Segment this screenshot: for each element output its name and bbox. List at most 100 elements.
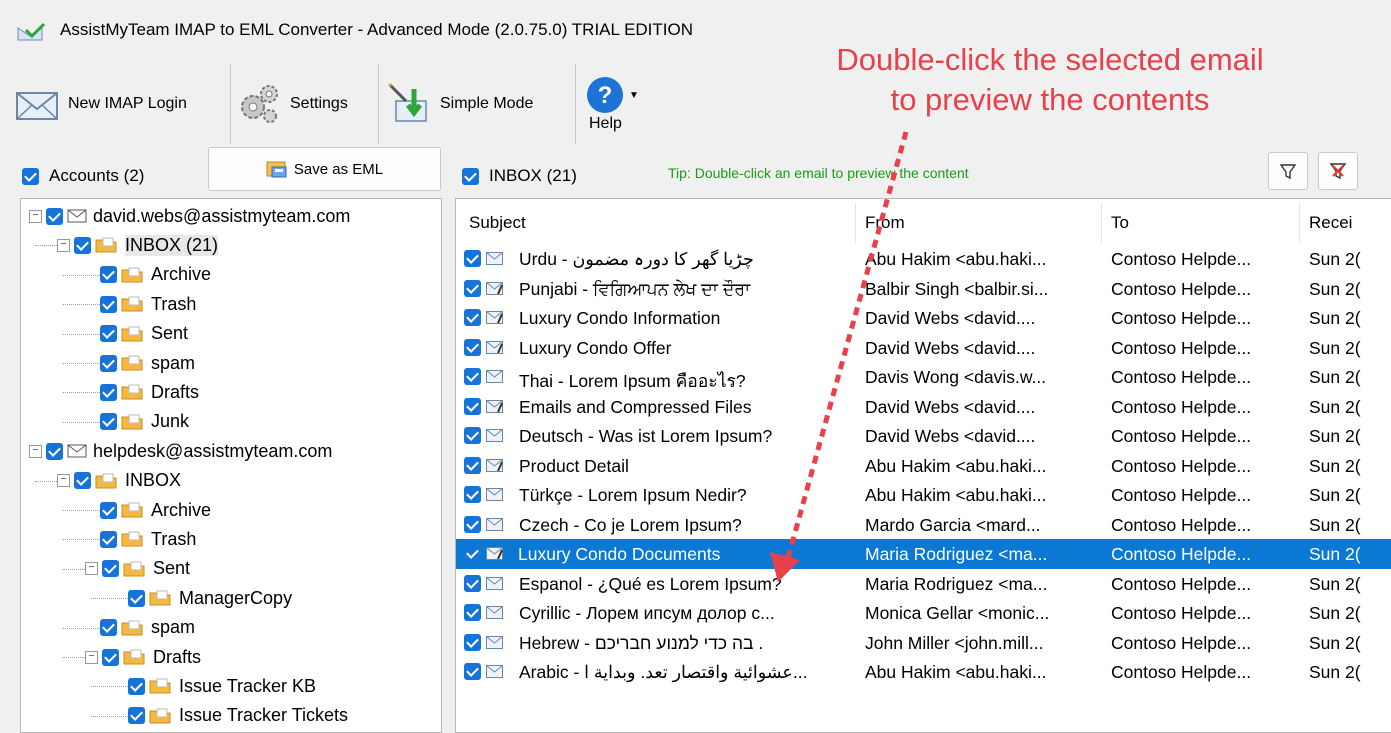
tree-node[interactable]: Trash <box>100 290 196 318</box>
tree-node-checkbox[interactable] <box>100 354 117 372</box>
tree-node-checkbox[interactable] <box>100 295 117 313</box>
column-divider[interactable] <box>1299 203 1300 243</box>
tree-expander-icon[interactable]: − <box>85 562 98 576</box>
filter-button[interactable] <box>1268 152 1308 190</box>
tree-expander-icon[interactable]: − <box>29 444 42 458</box>
email-row-checkbox[interactable] <box>464 633 481 651</box>
tree-expander-icon[interactable]: − <box>57 238 70 252</box>
email-row-checkbox[interactable] <box>464 368 481 385</box>
column-header-subject[interactable]: Subject <box>469 213 526 233</box>
tree-node[interactable]: Sent <box>100 320 188 348</box>
column-divider[interactable] <box>855 203 856 243</box>
tree-node[interactable]: Issue Tracker Tickets <box>128 702 348 730</box>
email-row-checkbox[interactable] <box>464 663 481 680</box>
tree-node-checkbox[interactable] <box>74 236 91 254</box>
tree-node[interactable]: − Drafts <box>85 643 201 671</box>
email-row[interactable]: Luxury Condo Documents Maria Rodriguez <m… <box>456 539 1391 569</box>
save-as-eml-button[interactable]: Save as EML <box>208 147 441 191</box>
column-divider[interactable] <box>1101 203 1102 243</box>
email-row[interactable]: Urdu - چڑیا گھر کا دورہ مضمون Abu Hakim <… <box>456 244 1391 274</box>
tree-node-checkbox[interactable] <box>100 266 117 284</box>
tree-node[interactable]: Archive <box>100 496 211 524</box>
email-row[interactable]: Türkçe - Lorem Ipsum Nedir? Abu Hakim <ab… <box>456 480 1391 510</box>
email-from: Abu Hakim <abu.haki... <box>865 662 1047 682</box>
tree-node[interactable]: Drafts <box>100 378 199 406</box>
email-row-checkbox[interactable] <box>464 456 481 474</box>
new-imap-login-button[interactable]: New IMAP Login <box>14 64 187 144</box>
tree-node[interactable]: Archive <box>100 261 211 289</box>
email-row-checkbox[interactable] <box>464 515 481 533</box>
folder-tree[interactable]: − david.webs@assistmyteam.com − INBOX (21) A… <box>20 198 442 733</box>
accounts-checkbox[interactable] <box>22 167 39 185</box>
email-from: David Webs <david.... <box>865 426 1036 446</box>
email-row-checkbox[interactable] <box>464 427 481 444</box>
email-row-checkbox[interactable] <box>464 338 481 356</box>
tree-node-checkbox[interactable] <box>46 442 63 460</box>
tree-node[interactable]: Issue Tracker KB <box>128 672 316 700</box>
column-header-to[interactable]: To <box>1111 213 1129 233</box>
tree-node-checkbox[interactable] <box>100 383 117 401</box>
tree-expander-icon[interactable]: − <box>29 209 42 223</box>
tree-node[interactable]: − helpdesk@assistmyteam.com <box>29 437 332 465</box>
tree-node-checkbox[interactable] <box>100 530 117 548</box>
tree-node-checkbox[interactable] <box>46 207 63 225</box>
tree-node[interactable]: ManagerCopy <box>128 584 292 612</box>
accounts-header[interactable]: Accounts (2) <box>22 166 144 186</box>
column-header-from[interactable]: From <box>865 213 905 233</box>
email-row[interactable]: Deutsch - Was ist Lorem Ipsum? David Webs… <box>456 421 1391 451</box>
email-from: Abu Hakim <abu.haki... <box>865 485 1047 505</box>
email-row[interactable]: Punjabi - ਵਿਗਿਆਪਨ ਲੇਖ ਦਾ ਦੌਰਾ Balbir Sing… <box>456 274 1391 304</box>
email-to: Contoso Helpde... <box>1111 367 1252 387</box>
help-button[interactable]: ? ▼ Help <box>585 64 639 144</box>
tree-connector <box>63 539 100 541</box>
tree-node[interactable]: Junk <box>100 408 189 436</box>
email-row-checkbox[interactable] <box>464 279 481 297</box>
tree-connector <box>91 598 128 600</box>
tree-expander-icon[interactable]: − <box>57 474 70 488</box>
tree-node[interactable]: Trash <box>100 525 196 553</box>
inbox-header[interactable]: INBOX (21) <box>462 166 577 186</box>
tree-node-checkbox[interactable] <box>100 619 117 637</box>
tree-node-checkbox[interactable] <box>128 707 145 725</box>
tree-node[interactable]: spam <box>100 349 195 377</box>
tree-node[interactable]: spam <box>100 614 195 642</box>
clear-filter-button[interactable] <box>1318 152 1358 190</box>
inbox-select-all-checkbox[interactable] <box>462 167 479 185</box>
tree-node[interactable]: − INBOX <box>57 467 181 495</box>
tree-node[interactable]: − david.webs@assistmyteam.com <box>29 202 350 230</box>
simple-mode-button[interactable]: Simple Mode <box>386 64 533 144</box>
tree-node-checkbox[interactable] <box>128 589 145 607</box>
tree-expander-icon[interactable]: − <box>85 650 98 664</box>
column-header-received[interactable]: Recei <box>1309 213 1352 233</box>
email-row-checkbox[interactable] <box>464 574 481 592</box>
email-row[interactable]: Hebrew - בה כדי למנוע חבריכם . John Mille… <box>456 628 1391 658</box>
email-row[interactable]: Emails and Compressed Files David Webs <d… <box>456 392 1391 422</box>
email-row-checkbox[interactable] <box>464 545 481 562</box>
tree-node-checkbox[interactable] <box>100 501 117 519</box>
email-row[interactable]: Luxury Condo Information David Webs <davi… <box>456 303 1391 333</box>
email-row[interactable]: Luxury Condo Offer David Webs <david.... C… <box>456 333 1391 363</box>
email-row-checkbox[interactable] <box>464 486 481 503</box>
email-row[interactable]: Arabic - عشوائية واقتصار تعد. وبداية ا..… <box>456 657 1391 687</box>
email-row[interactable]: Espanol - ¿Qué es Lorem Ipsum? Maria Rodr… <box>456 569 1391 599</box>
email-row[interactable]: Thai - Lorem Ipsum คืออะไร? Davis Wong <d… <box>456 362 1391 392</box>
email-list[interactable]: Subject From To Recei Urdu - چڑیا گھر کا… <box>455 198 1391 733</box>
email-received: Sun 2( <box>1309 485 1361 505</box>
email-row-checkbox[interactable] <box>464 250 481 267</box>
tree-node-checkbox[interactable] <box>102 560 119 578</box>
tree-node-checkbox[interactable] <box>102 648 119 666</box>
email-row[interactable]: Czech - Co je Lorem Ipsum? Mardo Garcia <… <box>456 510 1391 540</box>
tree-node-checkbox[interactable] <box>128 677 145 695</box>
email-row[interactable]: Cyrillic - Лорем ипсум долор с... Monica … <box>456 598 1391 628</box>
settings-button[interactable]: Settings <box>236 64 348 144</box>
tree-node[interactable]: − INBOX (21) <box>57 231 219 259</box>
email-row-checkbox[interactable] <box>464 604 481 621</box>
email-row-checkbox[interactable] <box>464 397 481 415</box>
email-row-checkbox[interactable] <box>464 309 481 326</box>
tree-node[interactable]: − Sent <box>85 555 190 583</box>
email-from: Balbir Singh <balbir.si... <box>865 278 1049 299</box>
email-row[interactable]: Product Detail Abu Hakim <abu.haki... Cont… <box>456 451 1391 481</box>
tree-node-checkbox[interactable] <box>100 413 117 431</box>
tree-node-checkbox[interactable] <box>74 472 91 490</box>
tree-node-checkbox[interactable] <box>100 325 117 343</box>
